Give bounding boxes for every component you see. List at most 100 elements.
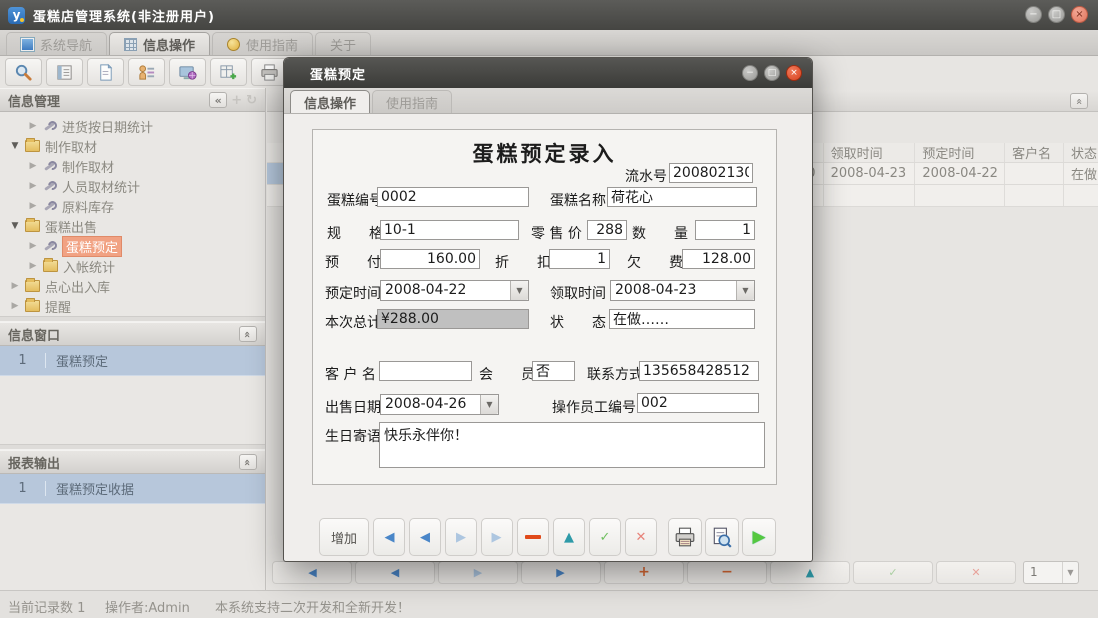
new-document-button[interactable] (87, 58, 124, 86)
info-window-row[interactable]: 1 蛋糕预定 (0, 346, 265, 376)
cake-no-input[interactable] (377, 187, 529, 207)
total-readonly-field (377, 309, 529, 329)
nav-post-button[interactable]: ✓ (853, 561, 933, 584)
tree-folder-making-material[interactable]: ▼ 制作取材 (0, 136, 265, 156)
maximize-button[interactable]: □ (1048, 6, 1065, 23)
last-button[interactable]: ▶ (481, 518, 513, 556)
customer-label: 客 户 名 (325, 364, 376, 384)
close-button[interactable]: × (1071, 6, 1088, 23)
sidebar: 信息管理 « + ↻ ▶ 进货按日期统计 ▼ 制作取材 ▶ 制作取材 ▶ 人员取… (0, 88, 266, 590)
nav-add-button[interactable]: + (604, 561, 684, 584)
dialog-tab-info-operation[interactable]: 信息操作 (290, 90, 370, 113)
tab-info-operation[interactable]: 信息操作 (109, 32, 210, 55)
nav-next-button[interactable]: ▶ (438, 561, 518, 584)
tab-about[interactable]: 关于 (315, 32, 371, 55)
tool-icon (43, 160, 57, 172)
tree-item-raw-stock[interactable]: ▶ 原料库存 (0, 196, 265, 216)
operator-no-input[interactable] (637, 393, 759, 413)
greeting-textarea[interactable]: 快乐永伴你！ (379, 422, 765, 468)
sidebar-collapse-button[interactable]: « (209, 92, 227, 108)
person-report-button[interactable] (128, 58, 165, 86)
first-button[interactable]: ◀ (373, 518, 405, 556)
owe-input[interactable] (682, 249, 755, 269)
prev-button[interactable]: ◀ (409, 518, 441, 556)
report-output-row[interactable]: 1 蛋糕预定收据 (0, 474, 265, 504)
tool-icon (43, 120, 57, 132)
minimize-button[interactable]: − (1025, 6, 1042, 23)
dialog-maximize-button[interactable]: □ (764, 65, 780, 81)
column-order-time[interactable]: 预定时间 (915, 143, 1005, 162)
tree-folder-snack-io[interactable]: ▶ 点心出入库 (0, 276, 265, 296)
cake-name-input[interactable] (607, 187, 757, 207)
dialog-titlebar[interactable]: 蛋糕预定 − □ × (284, 58, 812, 88)
column-pickup-time[interactable]: 领取时间 (824, 143, 916, 162)
column-customer[interactable]: 客户名 (1005, 143, 1064, 162)
tab-user-guide[interactable]: 使用指南 (212, 32, 313, 55)
price-label: 零 售 价 (531, 223, 582, 243)
contact-label: 联系方式 (587, 364, 643, 384)
tab-system-nav[interactable]: 系统导航 (6, 32, 107, 55)
last-record-icon: ▶ (556, 566, 565, 579)
run-button[interactable]: ▶ (742, 518, 776, 556)
prepaid-input[interactable] (380, 249, 480, 269)
tree-item-making-material[interactable]: ▶ 制作取材 (0, 156, 265, 176)
app-logo-icon: y (8, 7, 25, 24)
nav-first-button[interactable]: ◀ (272, 561, 352, 584)
add-record-icon: + (638, 564, 650, 580)
print-preview-button[interactable] (705, 518, 739, 556)
greeting-label: 生日寄语 (325, 426, 381, 446)
dialog-tab-user-guide[interactable]: 使用指南 (372, 90, 452, 113)
reservation-form: 蛋糕预定录入 流水号 蛋糕编号 蛋糕名称 规 格 零 售 价 数 量 预 付 折… (312, 129, 777, 485)
sale-date-combo[interactable]: 2008-04-26 ▼ (380, 394, 499, 415)
report-output-collapse-button[interactable]: « (239, 454, 257, 470)
tree-folder-cake-sale[interactable]: ▼ 蛋糕出售 (0, 216, 265, 236)
price-input[interactable] (587, 220, 627, 240)
table-add-button[interactable] (210, 58, 247, 86)
tree-item-cake-reservation[interactable]: ▶ 蛋糕预定 (0, 236, 265, 256)
monitor-globe-button[interactable] (169, 58, 206, 86)
tree-folder-account-stats[interactable]: ▶ 入帐统计 (0, 256, 265, 276)
nav-last-button[interactable]: ▶ (521, 561, 601, 584)
nav-cancel-button[interactable]: ✕ (936, 561, 1016, 584)
next-button[interactable]: ▶ (445, 518, 477, 556)
contact-input[interactable] (639, 361, 759, 381)
discount-input[interactable] (549, 249, 610, 269)
add-button[interactable]: 增加 (319, 518, 369, 556)
spec-input[interactable] (380, 220, 519, 240)
help-coin-icon (227, 38, 240, 51)
member-input[interactable] (532, 361, 575, 381)
chevron-down-icon[interactable]: ▼ (510, 281, 528, 300)
post-button[interactable]: ✓ (589, 518, 621, 556)
info-manage-tree: ▶ 进货按日期统计 ▼ 制作取材 ▶ 制作取材 ▶ 人员取材统计 ▶ 原料库存 … (0, 112, 265, 316)
content-collapse-button[interactable]: « (1070, 93, 1088, 109)
nav-prev-button[interactable]: ◀ (355, 561, 435, 584)
folder-icon (43, 260, 58, 272)
form-view-button[interactable] (46, 58, 83, 86)
qty-input[interactable] (695, 220, 755, 240)
delete-button[interactable] (517, 518, 549, 556)
edit-button[interactable]: ▲ (553, 518, 585, 556)
chevron-down-icon[interactable]: ▼ (736, 281, 754, 300)
confirm-icon: ✓ (600, 530, 611, 545)
dialog-minimize-button[interactable]: − (742, 65, 758, 81)
search-button[interactable] (5, 58, 42, 86)
info-window-collapse-button[interactable]: « (239, 326, 257, 342)
status-input[interactable] (609, 309, 755, 329)
pickup-date-combo[interactable]: 2008-04-23 ▼ (610, 280, 755, 301)
tool-icon (43, 180, 57, 192)
print-receipt-button[interactable] (668, 518, 702, 556)
nav-delete-button[interactable]: − (687, 561, 767, 584)
collapse-up-icon: « (241, 330, 254, 337)
column-status[interactable]: 状态 (1064, 143, 1098, 162)
tree-item-purchase-by-date[interactable]: ▶ 进货按日期统计 (0, 116, 265, 136)
chevron-down-icon[interactable]: ▼ (480, 395, 498, 414)
tree-item-staff-material-stats[interactable]: ▶ 人员取材统计 (0, 176, 265, 196)
cancel-button[interactable]: ✕ (625, 518, 657, 556)
serial-input[interactable] (669, 163, 753, 183)
record-count-combo[interactable]: 1 ▼ (1023, 561, 1079, 584)
tree-folder-reminder[interactable]: ▶ 提醒 (0, 296, 265, 316)
dialog-close-button[interactable]: × (786, 65, 802, 81)
nav-edit-button[interactable]: ▲ (770, 561, 850, 584)
customer-input[interactable] (379, 361, 472, 381)
order-date-combo[interactable]: 2008-04-22 ▼ (380, 280, 529, 301)
